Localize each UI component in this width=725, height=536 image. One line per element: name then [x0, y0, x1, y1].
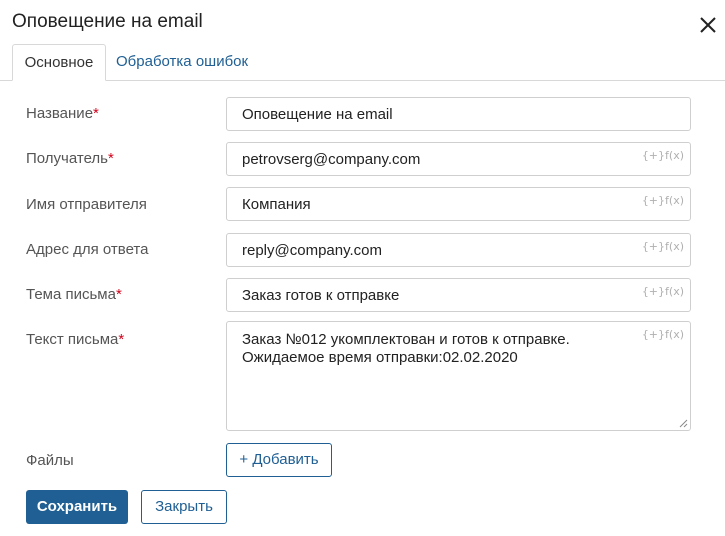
formula-icon[interactable]: {+}f(x)	[642, 149, 684, 162]
body-line-2: Ожидаемое время отправки:02.02.2020	[242, 349, 518, 366]
sender-name-label: Имя отправителя	[26, 196, 147, 213]
resize-handle-icon[interactable]	[679, 419, 688, 428]
reply-to-label: Адрес для ответа	[26, 241, 149, 258]
required-mark: *	[93, 105, 99, 122]
body-textarea[interactable]: Заказ №012 укомплектован и готов к отпра…	[226, 321, 691, 431]
body-label: Текст письма*	[26, 331, 125, 348]
tab-error-handling[interactable]: Обработка ошибок	[116, 44, 248, 80]
reply-to-field[interactable]: reply@company.com {+}f(x)	[226, 233, 691, 267]
files-label: Файлы	[26, 452, 74, 469]
close-icon[interactable]	[695, 12, 721, 38]
dialog-title: Оповещение на email	[12, 11, 203, 32]
name-value: Оповещение на email	[242, 106, 393, 123]
sender-name-field[interactable]: Компания {+}f(x)	[226, 187, 691, 221]
recipient-field[interactable]: petrovserg@company.com {+}f(x)	[226, 142, 691, 176]
subject-label: Тема письма*	[26, 286, 122, 303]
formula-icon[interactable]: {+}f(x)	[642, 194, 684, 207]
subject-field[interactable]: Заказ готов к отправке {+}f(x)	[226, 278, 691, 312]
formula-icon[interactable]: {+}f(x)	[642, 328, 684, 341]
recipient-value: petrovserg@company.com	[242, 151, 421, 168]
required-mark: *	[118, 331, 125, 348]
required-mark: *	[108, 150, 114, 167]
formula-icon[interactable]: {+}f(x)	[642, 285, 684, 298]
reply-to-value: reply@company.com	[242, 242, 382, 259]
subject-value: Заказ готов к отправке	[242, 287, 400, 304]
save-button[interactable]: Сохранить	[26, 490, 128, 524]
tab-main[interactable]: Основное	[12, 44, 106, 81]
recipient-label: Получатель*	[26, 150, 114, 167]
close-button[interactable]: Закрыть	[141, 490, 227, 524]
formula-icon[interactable]: {+}f(x)	[642, 240, 684, 253]
name-label: Название*	[26, 105, 99, 122]
body-line-1: Заказ №012 укомплектован и готов к отпра…	[242, 331, 570, 348]
tab-bar: Основное Обработка ошибок	[0, 44, 725, 81]
sender-name-value: Компания	[242, 196, 311, 213]
add-file-button[interactable]: + Добавить	[226, 443, 332, 477]
name-field[interactable]: Оповещение на email	[226, 97, 691, 131]
required-mark: *	[115, 286, 122, 303]
